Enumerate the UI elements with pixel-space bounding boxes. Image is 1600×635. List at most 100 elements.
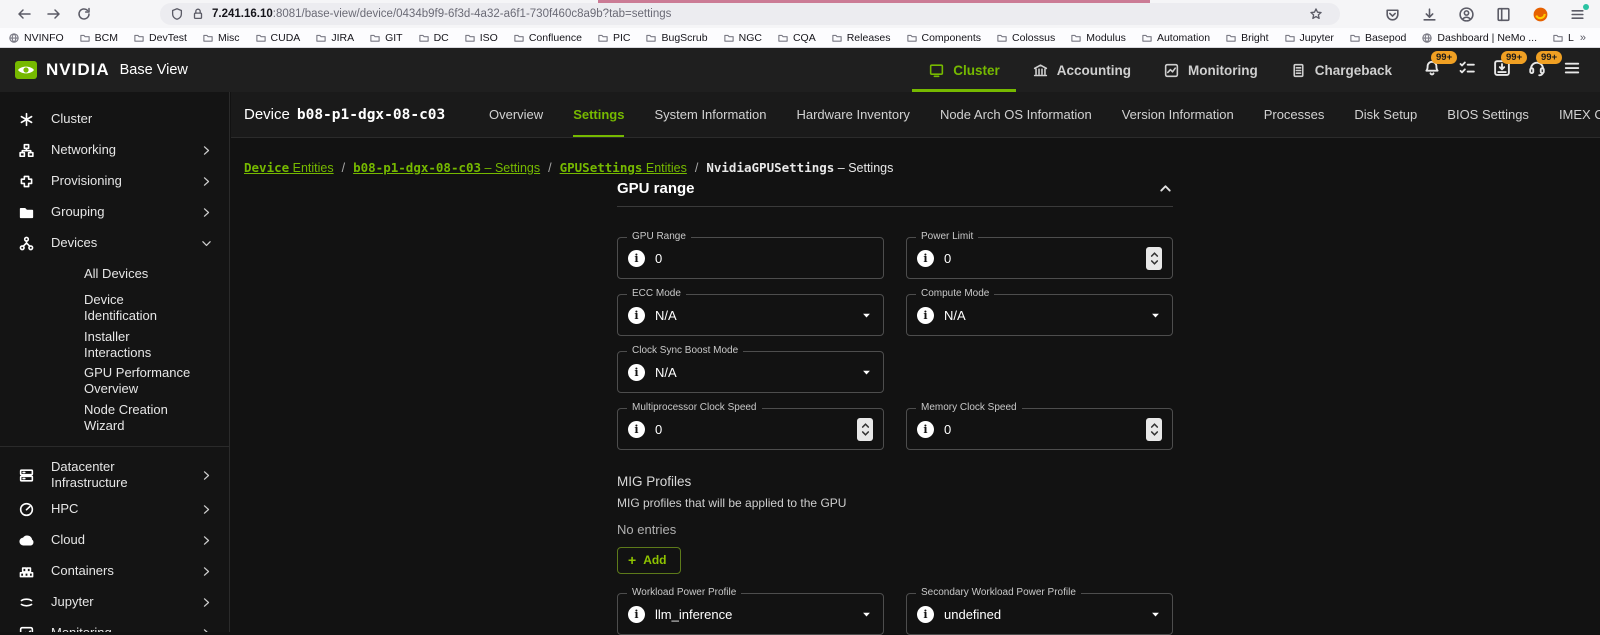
info-icon[interactable]: i (628, 250, 645, 267)
collapse-section-icon[interactable] (1158, 181, 1173, 196)
bookmark-item[interactable]: PIC (597, 32, 631, 44)
bookmark-item[interactable]: Dashboard | NeMo ... (1421, 32, 1537, 44)
bookmarks-overflow-icon[interactable]: » (1574, 32, 1592, 44)
header-action[interactable] (1562, 60, 1582, 80)
multiprocessor-clock-speed-field[interactable]: Multiprocessor Clock Speed i 0 (617, 408, 884, 450)
header-nav-item[interactable]: Accounting (1016, 48, 1147, 92)
breadcrumb-link[interactable]: b08-p1-dgx-08-c03 – Settings (353, 160, 540, 175)
url-bar[interactable]: 7.241.16.10:8081/base-view/device/0434b9… (160, 3, 1340, 25)
info-icon[interactable]: i (628, 421, 645, 438)
bookmark-item[interactable]: Components (906, 32, 982, 44)
tab[interactable]: IMEX Configuration (1559, 92, 1600, 137)
sidebar-item[interactable]: Datacenter Infrastructure (0, 446, 229, 494)
reload-icon[interactable] (76, 6, 92, 22)
bookmark-item[interactable]: NVINFO (8, 32, 64, 44)
header-action[interactable] (1457, 60, 1477, 80)
tab[interactable]: Hardware Inventory (796, 92, 909, 137)
pocket-icon[interactable] (1384, 6, 1401, 23)
sidebar-item[interactable]: All Devices (0, 259, 229, 290)
sidebar-item[interactable]: Monitoring (0, 618, 229, 633)
shield-icon[interactable] (170, 7, 184, 21)
back-icon[interactable] (16, 6, 32, 22)
breadcrumb-item[interactable]: / GPUSettings Entities (548, 160, 687, 175)
power-limit-field[interactable]: Power Limit i 0 (906, 237, 1173, 279)
number-spinner[interactable] (1146, 418, 1162, 441)
bookmark-item[interactable]: ISO (464, 32, 498, 44)
workload-power-profile-select[interactable]: Workload Power Profile i llm_inference (617, 593, 884, 635)
header-nav-item[interactable]: Cluster (912, 48, 1016, 92)
bookmark-item[interactable]: DevTest (133, 32, 187, 44)
add-mig-profile-button[interactable]: + Add (617, 547, 681, 574)
tab[interactable]: Settings (573, 92, 624, 137)
browser-menu-icon[interactable] (1569, 6, 1586, 23)
bookmark-item[interactable]: Releases (831, 32, 891, 44)
breadcrumb-link[interactable]: Device Entities (244, 160, 334, 175)
breadcrumb-item[interactable]: Device Entities (244, 160, 334, 175)
header-action[interactable]: 99+ (1492, 60, 1512, 80)
bookmark-item[interactable]: DC (418, 32, 449, 44)
bookmark-item[interactable]: NGC (723, 32, 762, 44)
clock-sync-boost-mode-select[interactable]: Clock Sync Boost Mode i N/A (617, 351, 884, 393)
header-action[interactable]: 99+ (1422, 60, 1442, 80)
breadcrumb-item[interactable]: / b08-p1-dgx-08-c03 – Settings (342, 160, 541, 175)
sidebar-item[interactable]: Device Identification (0, 290, 229, 327)
bookmark-item[interactable]: CQA (777, 32, 816, 44)
extension-icon[interactable] (1532, 6, 1549, 23)
sidebar-item[interactable]: HPC (0, 494, 229, 525)
sidebar-item[interactable]: Installer Interactions (0, 327, 229, 364)
number-spinner[interactable] (1146, 247, 1162, 270)
bookmark-item[interactable]: Basepod (1349, 32, 1406, 44)
bookmark-item[interactable]: Jupyter (1284, 32, 1334, 44)
bookmark-item[interactable]: Misc (202, 32, 240, 44)
bookmark-item[interactable]: Colossus (996, 32, 1055, 44)
sidebar-item[interactable]: Containers (0, 556, 229, 587)
info-icon[interactable]: i (917, 421, 934, 438)
bookmark-item[interactable]: BCM (79, 32, 118, 44)
sidebar-item[interactable]: Cloud (0, 525, 229, 556)
bookmark-item[interactable]: Confluence (513, 32, 582, 44)
sidebar-item[interactable]: Grouping (0, 197, 229, 228)
header-action[interactable]: 99+ (1527, 60, 1547, 80)
info-icon[interactable]: i (917, 250, 934, 267)
bookmark-item[interactable]: Modulus (1070, 32, 1126, 44)
bookmark-item[interactable]: JIRA (315, 32, 354, 44)
tab[interactable]: Overview (489, 92, 543, 137)
forward-icon[interactable] (46, 6, 62, 22)
compute-mode-select[interactable]: Compute Mode i N/A (906, 294, 1173, 336)
sidebar-item[interactable]: Devices (0, 228, 229, 259)
bookmark-star-icon[interactable] (1309, 7, 1323, 21)
sidebar-item[interactable]: Jupyter (0, 587, 229, 618)
sidebar-item[interactable]: Node Creation Wizard (0, 400, 229, 437)
number-spinner[interactable] (857, 418, 873, 441)
header-nav-item[interactable]: Chargeback (1274, 48, 1408, 92)
tab[interactable]: Version Information (1122, 92, 1234, 137)
tab[interactable]: BIOS Settings (1447, 92, 1529, 137)
bookmark-item[interactable]: CUDA (255, 32, 301, 44)
secondary-workload-power-profile-select[interactable]: Secondary Workload Power Profile i undef… (906, 593, 1173, 635)
header-nav-item[interactable]: Monitoring (1147, 48, 1274, 92)
breadcrumb-link[interactable]: GPUSettings Entities (560, 160, 687, 175)
info-icon[interactable]: i (628, 364, 645, 381)
lock-icon[interactable] (191, 7, 205, 21)
bookmark-item[interactable]: Lab (1552, 32, 1574, 44)
sidebar-item[interactable]: Provisioning (0, 166, 229, 197)
sidebar-item[interactable]: Cluster (0, 104, 229, 135)
downloads-icon[interactable] (1421, 6, 1438, 23)
bookmark-item[interactable]: Automation (1141, 32, 1210, 44)
account-icon[interactable] (1458, 6, 1475, 23)
tab[interactable]: Disk Setup (1354, 92, 1417, 137)
sidebar-item[interactable]: Networking (0, 135, 229, 166)
breadcrumb-item[interactable]: / NvidiaGPUSettings – Settings (695, 160, 894, 175)
info-icon[interactable]: i (917, 606, 934, 623)
memory-clock-speed-field[interactable]: Memory Clock Speed i 0 (906, 408, 1173, 450)
library-icon[interactable] (1495, 6, 1512, 23)
info-icon[interactable]: i (628, 606, 645, 623)
bookmark-item[interactable]: GIT (369, 32, 403, 44)
gpu-range-field[interactable]: GPU Range i 0 (617, 237, 884, 279)
bookmark-item[interactable]: Bright (1225, 32, 1268, 44)
sidebar-item[interactable]: GPU Performance Overview (0, 363, 229, 400)
bookmark-item[interactable]: BugScrub (645, 32, 707, 44)
tab[interactable]: System Information (654, 92, 766, 137)
info-icon[interactable]: i (628, 307, 645, 324)
ecc-mode-select[interactable]: ECC Mode i N/A (617, 294, 884, 336)
